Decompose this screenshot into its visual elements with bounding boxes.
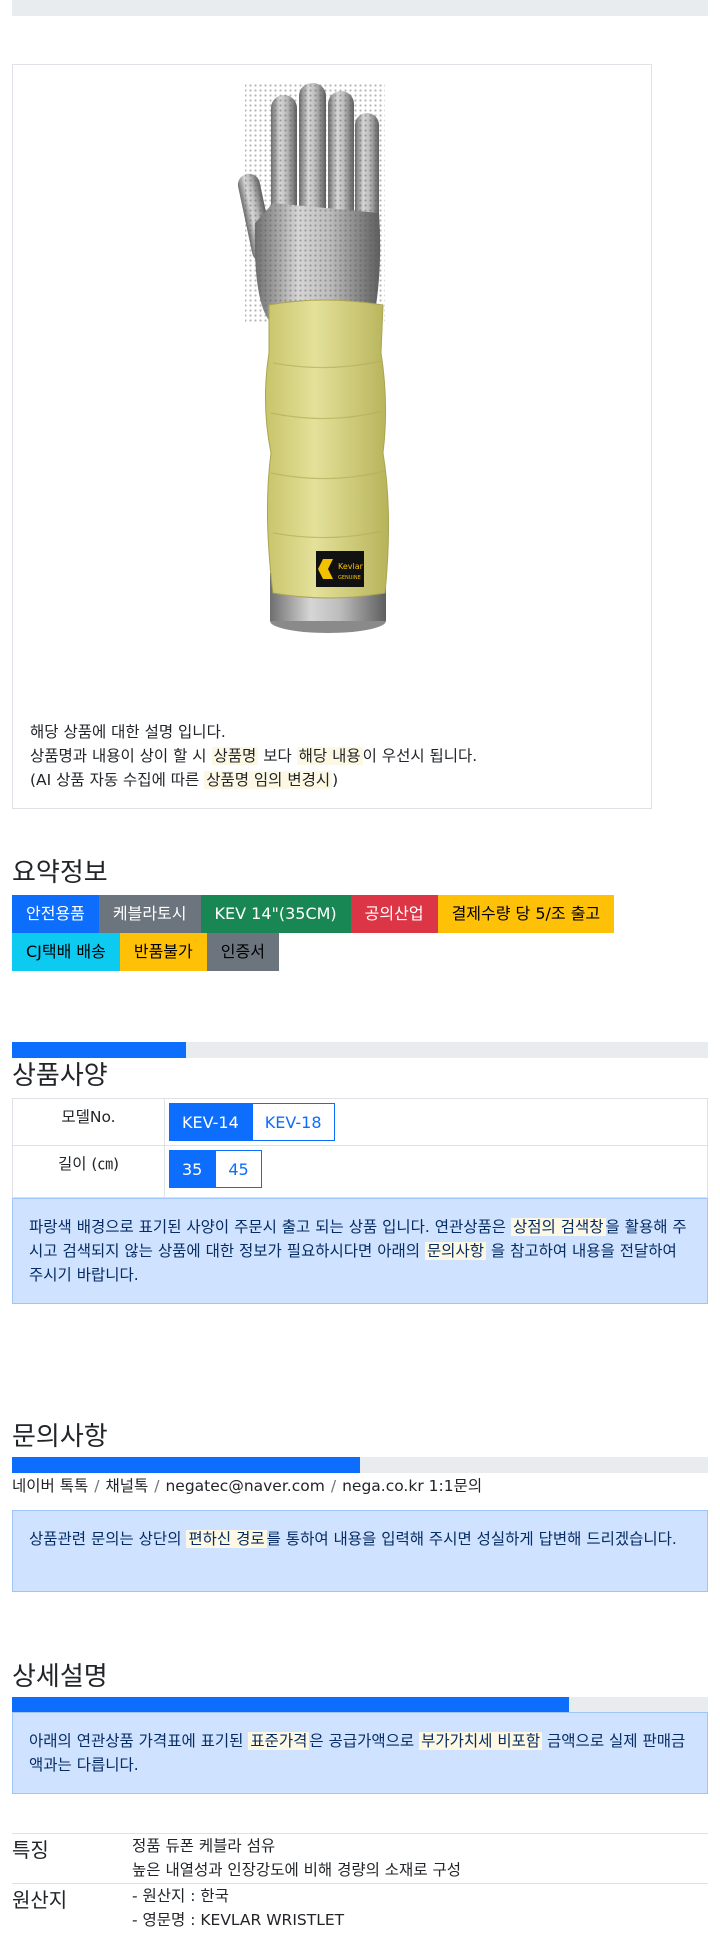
badge-size[interactable]: KEV 14"(35CM) [200, 895, 351, 933]
badge-no-return[interactable]: 반품불가 [119, 933, 207, 971]
link-naver-talk[interactable]: 네이버 톡톡 [12, 1477, 88, 1495]
spec-row-model: 모델No. KEV-14 KEV-18 [12, 1098, 708, 1146]
top-divider-bar [12, 0, 708, 16]
spec-label-model: 모델No. [12, 1098, 165, 1146]
spec-options-model: KEV-14 KEV-18 [164, 1098, 708, 1146]
description-text: 보다 [258, 747, 297, 765]
link-channel-talk[interactable]: 채널톡 [105, 1477, 148, 1495]
description-text: (AI 상품 자동 수집에 따른 [30, 771, 205, 789]
link-separator: / [94, 1477, 100, 1495]
alert-text: 아래의 연관상품 가격표에 표기된 [29, 1732, 249, 1750]
feature-key: 원산지 [12, 1888, 68, 1912]
spec-row-length: 길이 (㎝) 35 45 [12, 1145, 708, 1198]
spec-label-length: 길이 (㎝) [12, 1145, 165, 1198]
inquiry-info-alert: 상품관련 문의는 상단의 편하신 경로 를 통하여 내용을 입력해 주시면 성실하… [12, 1510, 708, 1592]
feature-value: 높은 내열성과 인장강도에 비해 경량의 소재로 구성 [132, 1861, 462, 1879]
option-45[interactable]: 45 [215, 1150, 262, 1188]
inquiry-progress-fill [12, 1457, 360, 1473]
highlight-text: 상품명 임의 변경시 [204, 771, 333, 789]
option-kev-14[interactable]: KEV-14 [169, 1103, 252, 1141]
feature-row: 특징 정품 듀폰 케블라 섬유 높은 내열성과 인장강도에 비해 경량의 소재로… [12, 1833, 708, 1884]
badge-category[interactable]: 안전용품 [12, 895, 99, 933]
link-site-inquiry[interactable]: nega.co.kr 1:1문의 [342, 1477, 482, 1495]
description-text: 상품명과 내용이 상이 할 시 [30, 747, 212, 765]
feature-value: - 원산지 : 한국 [132, 1887, 229, 1905]
summary-badges: 안전용품 케블라토시 KEV 14"(35CM) 공의산업 결제수량 당 5/조… [12, 895, 652, 971]
alert-text: 파랑색 배경으로 표기된 사양이 주문시 출고 되는 상품 입니다. 연관상품은 [29, 1218, 511, 1236]
description-text: 해당 상품에 대한 설명 입니다. [30, 723, 226, 741]
detail-info-alert: 아래의 연관상품 가격표에 표기된 표준가격 은 공급가액으로 부가가치세 비포함… [12, 1712, 708, 1794]
description-line: 상품명과 내용이 상이 할 시 상품명 보다 해당 내용 이 우선시 됩니다. [30, 744, 477, 768]
feature-values: - 원산지 : 한국 - 영문명 : KEVLAR WRISTLET [132, 1884, 344, 1932]
link-separator: / [154, 1477, 160, 1495]
badge-brand[interactable]: 케블라토시 [98, 895, 201, 933]
feature-values: 정품 듀폰 케블라 섬유 높은 내열성과 인장강도에 비해 경량의 소재로 구성 [132, 1834, 461, 1882]
summary-title: 요약정보 [12, 858, 108, 888]
badge-maker[interactable]: 공의산업 [350, 895, 438, 933]
feature-value: 정품 듀폰 케블라 섬유 [132, 1837, 276, 1855]
link-email[interactable]: negatec@naver.com [165, 1477, 324, 1495]
spec-options-length: 35 45 [164, 1145, 708, 1198]
alert-text: 은 공급가액으로 [309, 1732, 420, 1750]
description-text: 이 우선시 됩니다. [362, 747, 478, 765]
description-text: ) [332, 771, 339, 789]
badge-certificate[interactable]: 인증서 [206, 933, 279, 971]
highlight-text: 문의사항 [424, 1242, 486, 1260]
description-line: 해당 상품에 대한 설명 입니다. [30, 720, 477, 744]
badge-shipping[interactable]: CJ택배 배송 [12, 933, 120, 971]
highlight-text: 해당 내용 [296, 747, 363, 765]
highlight-text: 편하신 경로 [186, 1530, 267, 1548]
alert-text: 를 통하여 내용을 입력해 주시면 성실하게 답변해 드리겠습니다. [266, 1530, 677, 1548]
inquiry-links: 네이버 톡톡 / 채널톡 / negatec@naver.com / nega.co.kr … [12, 1474, 482, 1496]
spec-table: 모델No. KEV-14 KEV-18 길이 (㎝) 35 45 [12, 1098, 708, 1198]
spec-info-alert: 파랑색 배경으로 표기된 사양이 주문시 출고 되는 상품 입니다. 연관상품은… [12, 1198, 708, 1304]
inquiry-title: 문의사항 [12, 1422, 108, 1452]
option-kev-18[interactable]: KEV-18 [251, 1103, 335, 1141]
alert-text: 상품관련 문의는 상단의 [29, 1530, 187, 1548]
feature-row: 원산지 - 원산지 : 한국 - 영문명 : KEVLAR WRISTLET [12, 1883, 708, 1934]
highlight-text: 상점의 검색창 [511, 1218, 606, 1236]
highlight-text: 부가가치세 비포함 [419, 1732, 543, 1750]
detail-progress-fill [12, 1697, 569, 1713]
feature-key: 특징 [12, 1838, 49, 1862]
link-separator: / [330, 1477, 337, 1495]
highlight-text: 상품명 [211, 747, 259, 765]
feature-value: - 영문명 : KEVLAR WRISTLET [132, 1911, 345, 1929]
product-image: Kevlar GENUINE [237, 83, 390, 633]
badge-order-unit[interactable]: 결제수량 당 5/조 출고 [437, 895, 615, 933]
product-description: 해당 상품에 대한 설명 입니다. 상품명과 내용이 상이 할 시 상품명 보다… [30, 720, 477, 792]
description-line: (AI 상품 자동 수집에 따른 상품명 임의 변경시) [30, 768, 477, 792]
highlight-text: 표준가격 [248, 1732, 310, 1750]
spec-title: 상품사양 [12, 1061, 108, 1091]
label-brand-text: Kevlar [338, 562, 364, 571]
spec-progress-bar [12, 1042, 708, 1058]
label-sub-text: GENUINE [338, 575, 361, 581]
detail-progress-bar [12, 1697, 708, 1713]
product-card: Kevlar GENUINE 해당 상품에 대한 설명 입니다. 상품명과 내용… [12, 64, 652, 809]
option-35[interactable]: 35 [169, 1150, 216, 1188]
detail-title: 상세설명 [12, 1662, 108, 1692]
inquiry-progress-bar [12, 1457, 708, 1473]
